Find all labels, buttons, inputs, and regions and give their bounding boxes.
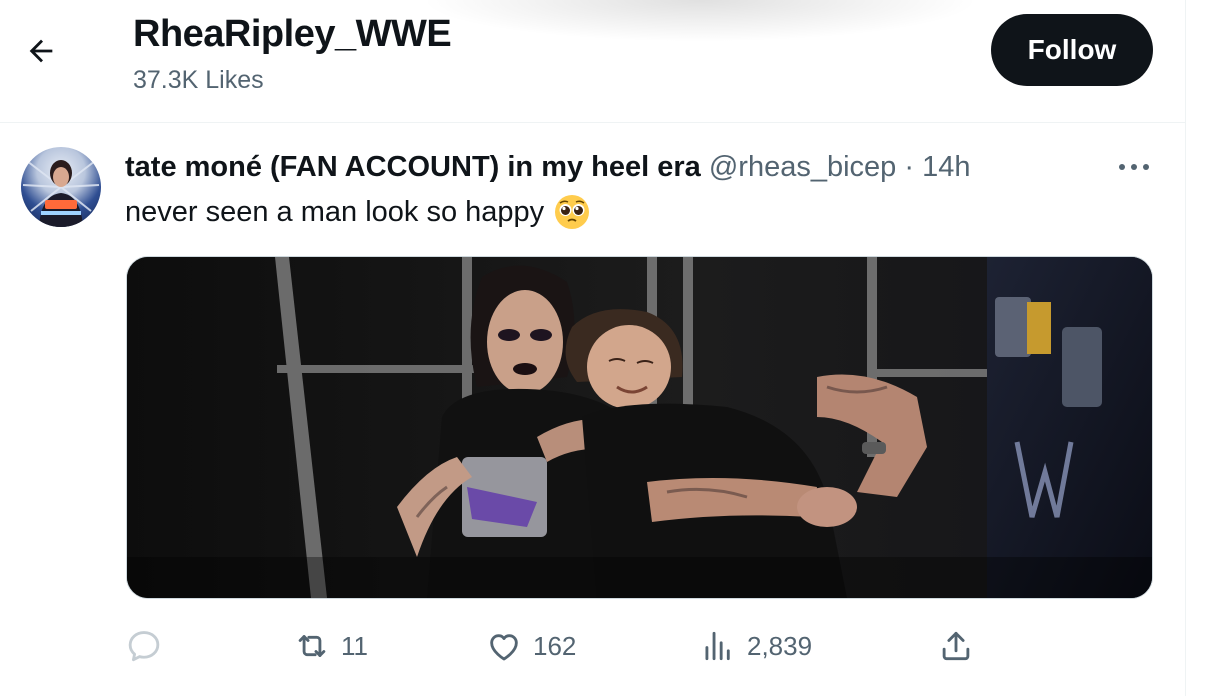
like-button[interactable]: 162 [485,620,576,672]
avatar[interactable] [21,147,101,227]
author-name[interactable]: tate moné (FAN ACCOUNT) in my heel era [125,151,701,183]
views-count: 2,839 [747,630,813,661]
timeline-column: RheaRipley_WWE 37.3K Likes Follow tate m… [0,0,1186,696]
tweet-body: never seen a man look so happy [125,193,590,231]
pleading-face-emoji [555,195,590,229]
page-title: RheaRipley_WWE [133,13,452,55]
author-handle[interactable]: @rheas_bicep [709,151,896,183]
separator-dot: · [904,151,915,183]
retweet-button[interactable]: 11 [293,620,368,672]
more-horizontal-icon [1119,164,1149,170]
share-icon [942,631,970,661]
reply-icon [128,631,160,662]
retweet-count: 11 [341,630,368,661]
follow-button[interactable]: Follow [991,14,1153,86]
tweet-timestamp[interactable]: 14h [922,151,970,183]
tweet-actions: 11 162 2,839 [125,620,985,672]
views-button[interactable]: 2,839 [699,620,812,672]
back-button[interactable] [20,30,62,72]
likes-count: 37.3K Likes [133,66,264,94]
views-icon [705,631,730,661]
arrow-left-icon [29,39,53,63]
tweet-text: never seen a man look so happy [125,196,545,228]
profile-header: RheaRipley_WWE 37.3K Likes Follow [0,0,1185,123]
heart-icon [490,634,518,661]
reply-button[interactable] [125,620,173,672]
retweet-icon [298,635,326,657]
tweet-photo[interactable] [126,256,1153,599]
share-button[interactable] [937,620,975,672]
more-options-button[interactable] [1112,150,1156,184]
header-shadow [420,0,980,42]
like-count: 162 [533,630,577,661]
tweet-header: tate moné (FAN ACCOUNT) in my heel era @… [125,149,971,185]
